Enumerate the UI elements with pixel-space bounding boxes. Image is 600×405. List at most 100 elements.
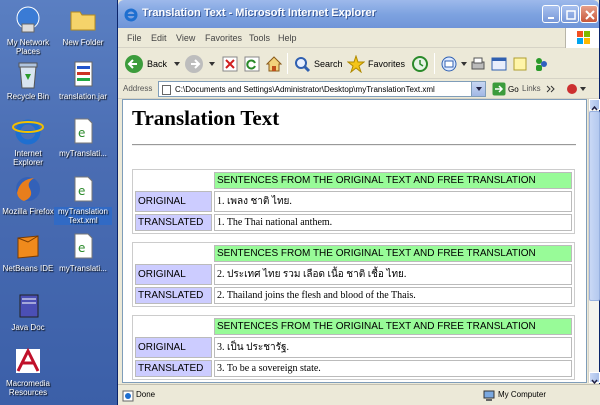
menu-edit[interactable]: Edit <box>151 33 167 43</box>
desktop-icon-mytranslation-1[interactable]: e myTranslati... <box>54 115 112 158</box>
search-icon <box>295 56 311 72</box>
menu-bar: File Edit View Favorites Tools Help <box>118 28 599 48</box>
desktop-icon-my-network-places[interactable]: My Network Places <box>0 4 57 56</box>
address-bar: Address C:\Documents and Settings\Admini… <box>118 79 599 99</box>
edit-page-icon <box>491 57 507 70</box>
search-button[interactable]: Search <box>293 52 343 75</box>
table-row: ORIGINAL 3. เป็น ประชารัฐ. <box>135 337 572 358</box>
address-dropdown-button[interactable] <box>471 82 485 96</box>
desktop-icon-mozilla-firefox[interactable]: Mozilla Firefox <box>0 173 57 216</box>
translated-text: 1. The Thai national anthem. <box>214 214 572 231</box>
page-done-icon <box>122 389 134 405</box>
table-row: SENTENCES FROM THE ORIGINAL TEXT AND FRE… <box>135 245 572 262</box>
address-field[interactable]: C:\Documents and Settings\Administrator\… <box>158 81 486 97</box>
vertical-scrollbar[interactable] <box>588 99 600 385</box>
internet-explorer-icon <box>123 6 139 22</box>
desktop-icon-netbeans-ide[interactable]: NetBeans IDE <box>0 230 57 273</box>
menu-favorites[interactable]: Favorites <box>205 33 242 43</box>
toolbar-separator <box>287 53 288 74</box>
back-button[interactable]: Back <box>124 52 181 75</box>
address-label: Address <box>123 84 153 93</box>
translated-label: TRANSLATED <box>135 360 212 377</box>
desktop-icon-label: myTranslation Text.xml <box>54 207 112 225</box>
scrollbar-thumb[interactable] <box>589 111 600 301</box>
forward-button[interactable] <box>184 52 216 75</box>
desktop-icon-label: My Network Places <box>6 38 50 56</box>
security-zone: My Computer <box>498 390 547 399</box>
print-button[interactable] <box>469 52 487 75</box>
desktop-icon-mytranslationtext-xml[interactable]: e myTranslation Text.xml <box>54 173 112 225</box>
original-text: 1. เพลง ชาติ ไทย. <box>214 191 572 212</box>
horizontal-rule <box>132 144 576 146</box>
refresh-button[interactable] <box>243 52 261 75</box>
history-button[interactable] <box>411 52 429 75</box>
links-label[interactable]: Links <box>522 84 541 93</box>
table-header: SENTENCES FROM THE ORIGINAL TEXT AND FRE… <box>214 245 572 262</box>
chevron-down-icon[interactable] <box>173 60 181 68</box>
desktop-icon-label: Java Doc <box>11 323 45 332</box>
menu-help[interactable]: Help <box>278 33 297 43</box>
table-row: SENTENCES FROM THE ORIGINAL TEXT AND FRE… <box>135 318 572 335</box>
desktop-icon-mytranslation-2[interactable]: e myTranslati... <box>54 230 112 273</box>
discuss-button[interactable] <box>511 52 529 75</box>
netbeans-icon <box>12 230 44 262</box>
mail-button[interactable] <box>440 52 468 75</box>
close-button[interactable] <box>580 5 598 23</box>
scroll-up-button[interactable] <box>589 99 600 111</box>
chevron-down-icon[interactable] <box>208 60 216 68</box>
page-icon <box>162 85 171 95</box>
desktop-icon-java-doc[interactable]: Java Doc <box>0 289 57 332</box>
messenger-button[interactable] <box>532 52 550 75</box>
minimize-button[interactable] <box>542 5 560 23</box>
desktop-icon-label: New Folder <box>62 38 104 47</box>
desktop-icon-label: NetBeans IDE <box>2 264 54 273</box>
menu-file[interactable]: File <box>127 33 142 43</box>
forward-arrow-icon <box>185 54 203 73</box>
original-text: 2. ประเทศ ไทย รวม เลือด เนื้อ ชาติ เชื้อ… <box>214 264 572 285</box>
messenger-icon <box>536 57 547 71</box>
xml-file-icon: e <box>67 115 99 147</box>
printer-icon <box>471 57 485 69</box>
desktop-icon-label: Macromedia Resources <box>5 379 50 397</box>
menu-view[interactable]: View <box>176 33 195 43</box>
browser-window: Translation Text - Microsoft Internet Ex… <box>117 0 600 405</box>
table-row: ORIGINAL 2. ประเทศ ไทย รวม เลือด เนื้อ ช… <box>135 264 572 285</box>
svg-text:e: e <box>78 184 85 198</box>
favorites-label: Favorites <box>368 58 406 69</box>
translation-table: SENTENCES FROM THE ORIGINAL TEXT AND FRE… <box>132 315 575 380</box>
address-input[interactable]: C:\Documents and Settings\Administrator\… <box>175 85 435 94</box>
menu-tools[interactable]: Tools <box>249 33 270 43</box>
toolbar: Back Search Favorites <box>118 48 599 79</box>
stop-button[interactable] <box>221 52 239 75</box>
firefox-icon <box>12 173 44 205</box>
desktop-icon-internet-explorer[interactable]: Internet Explorer <box>0 115 57 167</box>
go-button[interactable]: Go <box>492 82 519 96</box>
original-text: 3. เป็น ประชารัฐ. <box>214 337 572 358</box>
star-icon <box>347 54 365 73</box>
page-viewport[interactable]: Translation Text SENTENCES FROM THE ORIG… <box>122 99 587 383</box>
scroll-down-button[interactable] <box>589 372 600 385</box>
chevron-right-icon[interactable] <box>546 82 556 100</box>
desktop-icon-new-folder[interactable]: New Folder <box>54 4 112 47</box>
favorites-button[interactable]: Favorites <box>347 52 405 75</box>
desktop-icon-label: Recycle Bin <box>6 92 50 101</box>
java-doc-icon <box>12 289 44 321</box>
empty-cell <box>135 245 212 262</box>
svg-text:e: e <box>78 126 85 140</box>
internet-explorer-icon <box>12 115 44 147</box>
desktop-icon-label: myTranslati... <box>59 264 107 273</box>
computer-icon <box>483 389 495 405</box>
edit-button[interactable] <box>490 52 508 75</box>
desktop-icon-recycle-bin[interactable]: Recycle Bin <box>0 58 57 101</box>
stop-icon <box>222 56 238 71</box>
chevron-down-icon[interactable] <box>460 60 468 68</box>
maximize-button[interactable] <box>561 5 579 23</box>
jar-file-icon <box>67 58 99 90</box>
translated-text: 3. To be a sovereign state. <box>214 360 572 377</box>
title-bar[interactable]: Translation Text - Microsoft Internet Ex… <box>118 0 599 28</box>
home-button[interactable] <box>265 52 283 75</box>
translated-text: 2. Thailand joins the flesh and blood of… <box>214 287 572 304</box>
table-row: TRANSLATED 3. To be a sovereign state. <box>135 360 572 377</box>
desktop-icon-translation-jar[interactable]: translation.jar <box>54 58 112 101</box>
desktop-icon-macromedia-resources[interactable]: Macromedia Resources <box>0 345 57 397</box>
